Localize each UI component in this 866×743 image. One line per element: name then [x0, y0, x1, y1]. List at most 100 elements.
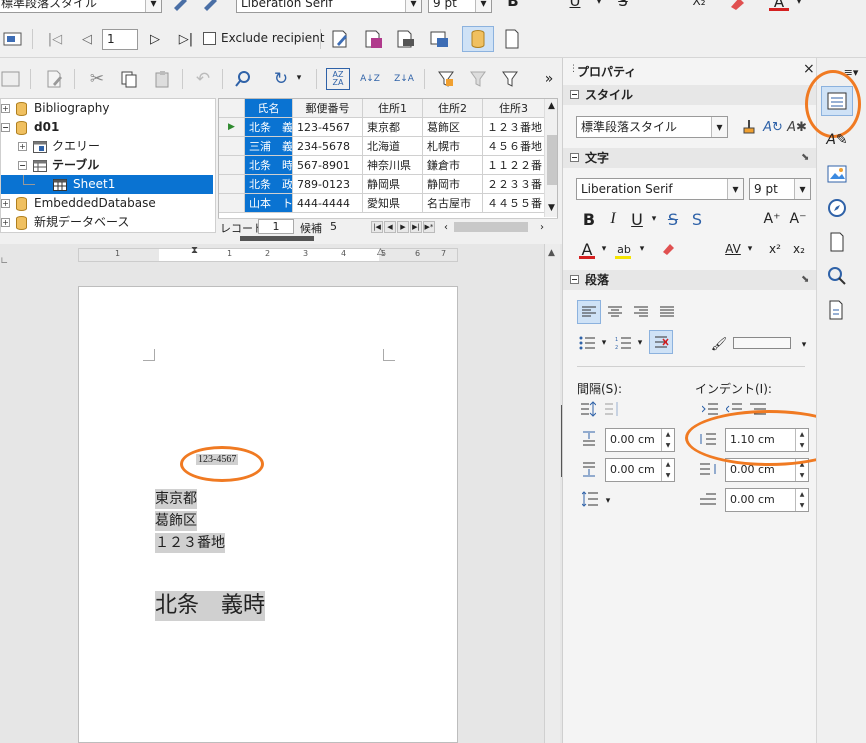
table-cell[interactable]: ２２３３番	[483, 175, 545, 194]
tree-item-tables[interactable]: − テーブル	[18, 156, 215, 175]
table-cell[interactable]: 東京都	[363, 118, 423, 137]
scroll-down-icon[interactable]: ▼	[548, 203, 555, 213]
autofilter-icon[interactable]	[434, 68, 458, 90]
no-list-button[interactable]	[649, 330, 673, 354]
update-style-icon[interactable]	[170, 0, 192, 12]
shadow-button[interactable]: S	[687, 208, 707, 230]
table-cell[interactable]: 名古屋市	[423, 194, 483, 213]
next-record-icon[interactable]: ▶	[397, 221, 409, 233]
last-record-icon[interactable]: ▷|	[176, 29, 196, 49]
scroll-up-icon[interactable]: ▲	[548, 248, 555, 258]
connect-database-icon[interactable]	[2, 28, 24, 50]
sort-icon[interactable]: AZ ZA	[326, 68, 350, 90]
decrease-spacing-icon[interactable]	[603, 400, 621, 418]
spin-buttons[interactable]: ▲ ▼	[795, 489, 808, 511]
bullet-list-icon[interactable]	[577, 332, 597, 354]
chevron-down-icon[interactable]: ▾	[145, 0, 161, 12]
horizontal-scrollbar-thumb[interactable]	[454, 222, 528, 232]
style-section-header[interactable]: スタイル	[563, 85, 817, 105]
first-line-indent-input[interactable]: 0.00 cm ▲ ▼	[725, 488, 809, 512]
font-name-combo[interactable]: Liberation Serif ▾	[236, 0, 422, 13]
close-icon[interactable]: ×	[803, 61, 815, 77]
column-header[interactable]: 住所1	[363, 99, 423, 118]
spin-buttons[interactable]: ▲ ▼	[661, 459, 674, 481]
save-merged-icon[interactable]	[362, 28, 384, 50]
scroll-left-icon[interactable]: ‹	[440, 220, 452, 234]
last-record-icon[interactable]: ▶|	[410, 221, 422, 233]
line-spacing-icon[interactable]	[581, 490, 599, 508]
search-icon[interactable]	[232, 68, 254, 90]
strikethrough-button[interactable]: S	[663, 208, 683, 230]
update-style-icon[interactable]: A↻	[763, 116, 783, 138]
background-color-icon[interactable]: 🖌	[709, 334, 729, 354]
character-spacing-icon[interactable]: AV	[721, 238, 745, 260]
table-cell[interactable]: 札幌市	[423, 137, 483, 156]
page-tab-icon[interactable]	[825, 230, 849, 254]
column-header[interactable]: 住所3	[483, 99, 545, 118]
tree-item-queries[interactable]: + クエリー	[18, 137, 215, 156]
more-options-icon[interactable]: ⬊	[801, 152, 809, 163]
column-header[interactable]: 住所2	[423, 99, 483, 118]
row-header[interactable]	[219, 137, 245, 156]
chevron-down-icon[interactable]: ▾	[599, 336, 609, 350]
scrollbar-thumb[interactable]	[547, 135, 557, 185]
clear-formatting-icon[interactable]	[657, 238, 679, 260]
chevron-down-icon[interactable]: ▾	[475, 0, 491, 12]
chevron-down-icon[interactable]: ▾	[405, 0, 421, 12]
justify-button[interactable]	[655, 300, 679, 324]
column-header[interactable]: 氏名	[245, 99, 293, 118]
chevron-down-icon[interactable]: ▾	[649, 212, 659, 226]
table-cell[interactable]: 123-4567	[293, 118, 363, 137]
chevron-down-icon[interactable]: ▾	[794, 0, 804, 8]
bold-button[interactable]: B	[579, 208, 599, 230]
paragraph-section-header[interactable]: 段落	[563, 270, 817, 290]
undo-icon[interactable]: ↶	[192, 68, 214, 90]
align-center-button[interactable]	[603, 300, 627, 324]
shrink-font-icon[interactable]: A⁻	[787, 208, 809, 230]
edit-data-icon[interactable]	[44, 68, 66, 90]
table-cell[interactable]: 567-8901	[293, 156, 363, 175]
row-header[interactable]	[219, 175, 245, 194]
table-icon[interactable]	[0, 68, 22, 90]
table-cell[interactable]: 山本 ト	[245, 194, 293, 213]
send-email-icon[interactable]	[428, 28, 450, 50]
font-size-combo[interactable]: 9 pt ▾	[428, 0, 492, 13]
background-color-swatch[interactable]	[733, 337, 791, 349]
table-cell[interactable]: 静岡県	[363, 175, 423, 194]
row-header[interactable]	[219, 156, 245, 175]
new-style-icon[interactable]: A✱	[787, 116, 807, 138]
more-options-icon[interactable]: »	[540, 68, 558, 90]
first-record-icon[interactable]: |◁	[46, 29, 64, 49]
chevron-down-icon[interactable]: ▾	[635, 336, 645, 350]
fill-format-icon[interactable]	[739, 116, 759, 138]
splitter-handle[interactable]	[240, 236, 314, 241]
font-name-combo[interactable]: Liberation Serif ▾	[576, 178, 744, 200]
sort-descending-icon[interactable]: Z↓A	[392, 68, 416, 90]
italic-button[interactable]: I	[603, 208, 623, 230]
collapse-icon[interactable]	[570, 275, 579, 284]
table-cell[interactable]: ４４５５番	[483, 194, 545, 213]
vertical-scrollbar[interactable]: ▲	[544, 244, 560, 743]
page-icon[interactable]	[502, 28, 522, 50]
address-line-3[interactable]: １２３番地	[155, 533, 225, 553]
address-line-2[interactable]: 葛飾区	[155, 511, 197, 531]
collapse-icon[interactable]	[570, 153, 579, 162]
chevron-down-icon[interactable]: ▾	[745, 242, 755, 256]
collapse-icon[interactable]	[570, 90, 579, 99]
cut-icon[interactable]: ✂	[86, 68, 108, 90]
align-left-button[interactable]	[577, 300, 601, 324]
tree-item-bibliography[interactable]: + Bibliography	[1, 99, 215, 118]
gallery-tab-icon[interactable]	[825, 162, 849, 186]
next-record-icon[interactable]: ▷	[146, 29, 164, 49]
column-header[interactable]: 郵便番号	[293, 99, 363, 118]
clear-formatting-icon[interactable]	[726, 0, 748, 12]
scroll-right-icon[interactable]: ›	[536, 220, 548, 234]
chevron-down-icon[interactable]: ▾	[711, 117, 727, 137]
strikethrough-button[interactable]: S	[614, 0, 632, 10]
table-cell[interactable]: 鎌倉市	[423, 156, 483, 175]
sort-ascending-icon[interactable]: A↓Z	[358, 68, 382, 90]
paragraph-style-combo[interactable]: 標準段落スタイル ▾	[0, 0, 162, 13]
copy-icon[interactable]	[118, 68, 140, 90]
below-spacing-input[interactable]: 0.00 cm ▲ ▼	[605, 458, 675, 482]
standard-filter-icon[interactable]	[466, 68, 490, 90]
